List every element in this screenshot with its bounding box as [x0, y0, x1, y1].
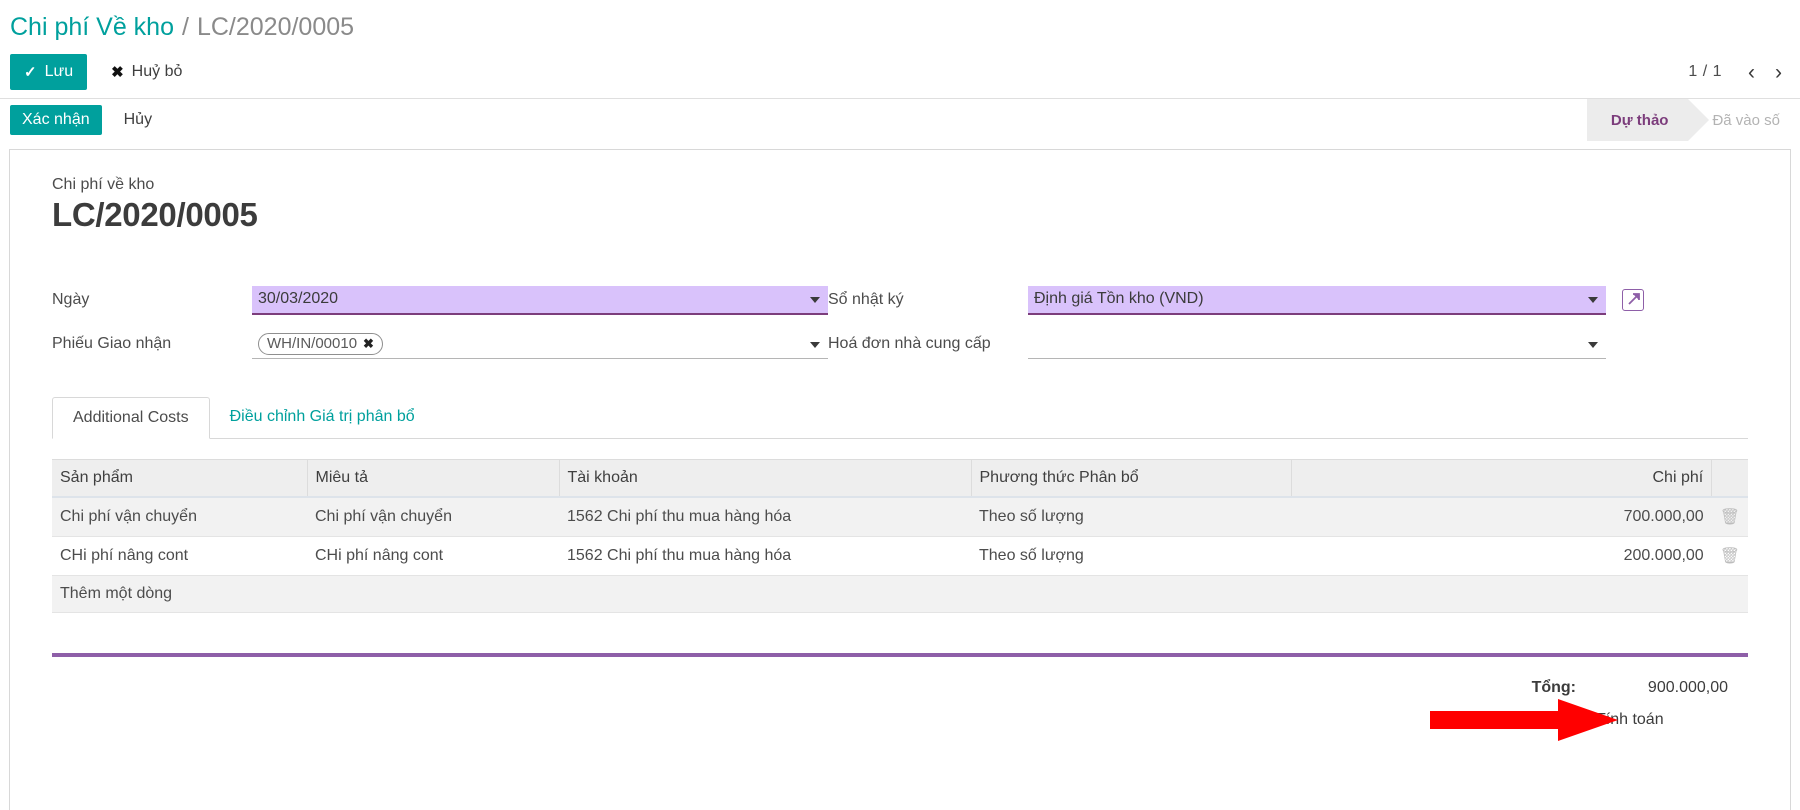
cell-product[interactable]: Chi phí vận chuyển: [52, 497, 307, 537]
vendor-bill-input[interactable]: [1028, 330, 1606, 359]
cell-account[interactable]: 1562 Chi phí thu mua hàng hóa: [559, 536, 971, 576]
cell-description[interactable]: Chi phí vận chuyển: [307, 497, 559, 537]
page-title: LC/2020/0005: [52, 196, 258, 233]
column-header-description[interactable]: Miêu tả: [307, 459, 560, 498]
column-header-product[interactable]: Sản phẩm: [52, 459, 308, 498]
cell-actions: 🗑: [1711, 497, 1748, 537]
breadcrumb-root-link[interactable]: Chi phí Về kho: [10, 13, 174, 42]
table-header-row: Sản phẩm Miêu tả Tài khoản Phương thức P…: [52, 459, 1748, 498]
journal-input[interactable]: Định giá Tồn kho (VND): [1028, 285, 1606, 315]
chevron-down-icon[interactable]: [810, 297, 820, 303]
form-fields: Ngày 30/03/2020 Sổ nhật ký Định giá Tồn …: [52, 278, 1748, 366]
cell-cost[interactable]: 200.000,00: [1291, 536, 1712, 576]
journal-field-cell: Định giá Tồn kho (VND): [1028, 278, 1644, 322]
tab-landed-cost-adjustments[interactable]: Điều chỉnh Giá trị phân bổ: [210, 397, 435, 439]
add-line-link[interactable]: Thêm một dòng: [52, 575, 1748, 613]
external-link-icon[interactable]: [1622, 289, 1644, 311]
save-button[interactable]: ✓ Lưu: [10, 54, 88, 90]
status-stage-draft[interactable]: Dự thảo: [1586, 99, 1709, 141]
transfer-input[interactable]: WH/IN/00010 ✖: [252, 330, 828, 359]
chevron-left-icon[interactable]: ‹: [1740, 60, 1763, 85]
journal-input-value: Định giá Tồn kho (VND): [1034, 290, 1204, 307]
transfer-field-label: Phiếu Giao nhận: [52, 335, 172, 352]
table-row[interactable]: CHi phí nâng cont CHi phí nâng cont 1562…: [52, 536, 1748, 576]
record-pager: 1 / 1 ‹ ›: [1688, 46, 1790, 98]
trash-icon[interactable]: 🗑: [1720, 509, 1740, 526]
breadcrumb: Chi phí Về kho / LC/2020/0005: [0, 0, 1800, 46]
tab-additional-costs[interactable]: Additional Costs: [52, 397, 210, 439]
form-subtitle: Chi phí về kho: [52, 176, 155, 193]
chevron-right-icon[interactable]: ›: [1767, 60, 1790, 85]
cell-product[interactable]: CHi phí nâng cont: [52, 536, 307, 576]
form-sheet: Chi phí về kho LC/2020/0005 Ngày 30/03/2…: [9, 149, 1791, 810]
date-field-label: Ngày: [52, 291, 90, 308]
journal-field-label: Sổ nhật ký: [828, 291, 904, 308]
column-header-split-method[interactable]: Phương thức Phân bổ: [971, 459, 1292, 498]
chevron-down-icon[interactable]: [1588, 297, 1598, 303]
status-bar: Xác nhận Hủy Dự thảo Đã vào số: [0, 98, 1800, 141]
close-icon: ✖: [111, 64, 124, 81]
table-row[interactable]: Chi phí vận chuyển Chi phí vận chuyển 15…: [52, 497, 1748, 537]
date-input[interactable]: 30/03/2020: [252, 285, 828, 315]
total-row: Tổng: 900.000,00: [1532, 679, 1728, 697]
add-line-row[interactable]: Thêm một dòng: [52, 575, 1748, 613]
cell-description[interactable]: CHi phí nâng cont: [307, 536, 559, 576]
cell-actions: 🗑: [1711, 536, 1748, 576]
cell-cost[interactable]: 700.000,00: [1291, 497, 1712, 537]
column-header-cost[interactable]: Chi phí: [1291, 459, 1713, 498]
breadcrumb-separator: /: [182, 12, 189, 41]
annotation-arrow-icon: [1430, 699, 1618, 741]
cost-lines-table: Sản phẩm Miêu tả Tài khoản Phương thức P…: [52, 459, 1748, 613]
chevron-down-icon[interactable]: [810, 341, 820, 348]
cell-split-method[interactable]: Theo số lượng: [971, 497, 1291, 537]
column-header-account[interactable]: Tài khoản: [559, 459, 972, 498]
save-button-label: Lưu: [44, 63, 74, 80]
tag-remove-icon[interactable]: ✖: [363, 336, 374, 352]
date-input-value: 30/03/2020: [258, 290, 339, 307]
vendor-bill-field-cell: [1028, 322, 1606, 366]
confirm-button[interactable]: Xác nhận: [10, 104, 102, 135]
trash-icon[interactable]: 🗑: [1720, 548, 1740, 565]
discard-button[interactable]: ✖ Huỷ bỏ: [105, 54, 188, 90]
totals-section: Tổng: 900.000,00 Tính toán: [52, 679, 1748, 743]
sheet-container: Chi phí về kho LC/2020/0005 Ngày 30/03/2…: [0, 140, 1800, 810]
notebook-tabs: Additional Costs Điều chỉnh Giá trị phân…: [52, 396, 1748, 439]
transfer-tag-label: WH/IN/00010: [267, 335, 358, 352]
section-divider: [52, 653, 1748, 657]
pager-counter: 1 / 1: [1688, 63, 1722, 80]
cell-account[interactable]: 1562 Chi phí thu mua hàng hóa: [559, 497, 971, 537]
discard-button-label: Huỷ bỏ: [131, 63, 183, 80]
transfer-field-cell: WH/IN/00010 ✖: [252, 322, 828, 366]
action-toolbar: ✓ Lưu ✖ Huỷ bỏ 1 / 1 ‹ ›: [0, 46, 1800, 98]
check-icon: ✓: [24, 64, 37, 81]
cancel-button[interactable]: Hủy: [118, 105, 158, 135]
status-stages: Dự thảo Đã vào số: [1586, 99, 1800, 141]
vendor-bill-field-label: Hoá đơn nhà cung cấp: [828, 335, 991, 352]
chevron-down-icon[interactable]: [1588, 341, 1598, 348]
cell-split-method[interactable]: Theo số lượng: [971, 536, 1291, 576]
date-field-cell: 30/03/2020: [252, 278, 828, 322]
table-body: Chi phí vận chuyển Chi phí vận chuyển 15…: [52, 497, 1748, 613]
column-header-actions: [1711, 459, 1748, 498]
breadcrumb-current: LC/2020/0005: [196, 12, 355, 41]
transfer-tag[interactable]: WH/IN/00010 ✖: [258, 332, 383, 355]
total-label: Tổng:: [1531, 679, 1576, 696]
total-value: 900.000,00: [1647, 679, 1728, 696]
